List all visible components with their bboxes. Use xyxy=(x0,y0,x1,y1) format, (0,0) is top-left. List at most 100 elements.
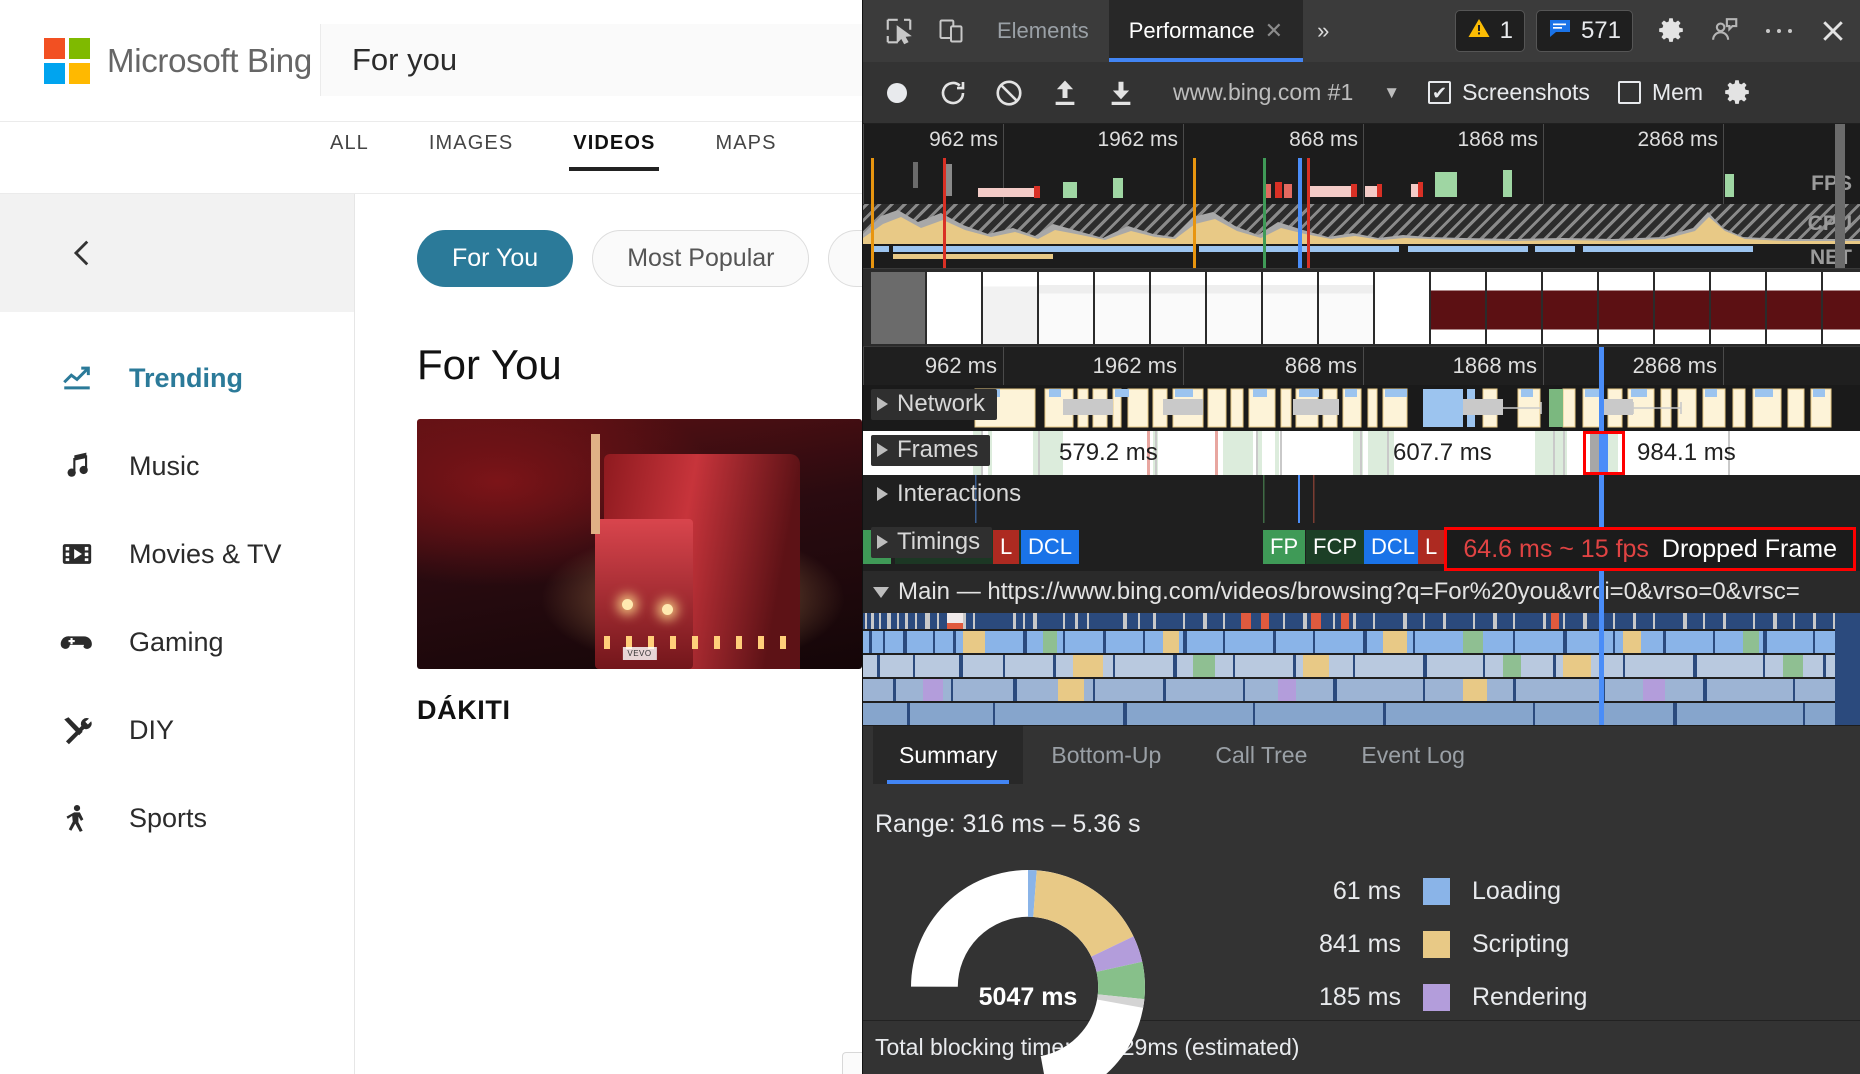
tab-videos[interactable]: VIDEOS xyxy=(543,122,685,171)
thumbnail-art xyxy=(621,599,633,610)
timing-marker-dcl-1[interactable]: DCL xyxy=(1021,530,1080,564)
flame-chart[interactable] xyxy=(863,613,1860,725)
reload-record-icon[interactable] xyxy=(927,67,979,119)
filmstrip-frame[interactable] xyxy=(1711,272,1765,344)
summary-donut-chart[interactable]: 5047 ms xyxy=(863,857,1193,1074)
timing-marker-fp[interactable]: FP xyxy=(1263,530,1306,564)
chip-for-you[interactable]: For You xyxy=(417,230,574,287)
sidebar-item-trending[interactable]: Trending xyxy=(0,334,354,422)
tab-call-tree[interactable]: Call Tree xyxy=(1189,726,1333,784)
close-icon[interactable] xyxy=(1806,4,1860,58)
devtools-panel: Elements Performance ✕ » 1 571 www.bing.… xyxy=(862,0,1860,1074)
legend-row[interactable]: 61 ms Loading xyxy=(1193,865,1860,918)
ellipsis-icon[interactable] xyxy=(1752,4,1806,58)
tab-elements[interactable]: Elements xyxy=(977,0,1109,62)
message-counter[interactable]: 571 xyxy=(1535,10,1633,52)
filmstrip-frame[interactable] xyxy=(1767,272,1821,344)
sidebar-item-movies-tv[interactable]: Movies & TV xyxy=(0,510,354,598)
tab-performance[interactable]: Performance ✕ xyxy=(1108,0,1304,62)
warning-counter[interactable]: 1 xyxy=(1454,10,1525,52)
track-interactions[interactable]: Interactions 64.6 ms ~ 15 fps Dropped Fr… xyxy=(863,475,1860,571)
sidebar-item-label: Trending xyxy=(129,362,243,393)
timeline-tick-label: 868 ms xyxy=(1284,353,1357,378)
timeline-tick-label: 2868 ms xyxy=(1632,353,1717,378)
overview-tick-label: 2868 ms xyxy=(1637,128,1718,151)
inspect-element-icon[interactable] xyxy=(873,5,925,57)
filmstrip-frame[interactable] xyxy=(1319,272,1373,344)
filmstrip-frame[interactable] xyxy=(1599,272,1653,344)
track-header-network[interactable]: Network xyxy=(871,389,998,420)
filmstrip-frame[interactable] xyxy=(1263,272,1317,344)
filmstrip-frame[interactable] xyxy=(1823,272,1860,344)
tab-maps[interactable]: MAPS xyxy=(685,122,806,171)
tab-bottom-up[interactable]: Bottom-Up xyxy=(1025,726,1187,784)
download-profile-icon[interactable] xyxy=(1095,67,1147,119)
track-network[interactable]: Network xyxy=(863,385,1860,431)
sidebar-item-label: Sports xyxy=(129,802,208,833)
sidebar-item-music[interactable]: Music xyxy=(0,422,354,510)
screenshots-checkbox[interactable]: ✔ Screenshots xyxy=(1428,79,1590,106)
timing-marker-dcl-2[interactable]: DCL xyxy=(1364,530,1423,564)
timeline[interactable]: 962 ms 1962 ms 868 ms 1868 ms 2868 ms Ne… xyxy=(863,347,1860,725)
timing-marker-fcp[interactable]: FCP xyxy=(1306,530,1364,564)
capture-toolbar: www.bing.com #1 ▼ ✔ Screenshots Mem xyxy=(863,62,1860,124)
frame-duration: 607.7 ms xyxy=(1393,439,1492,466)
track-header-interactions[interactable]: Interactions xyxy=(871,479,1033,510)
tab-all[interactable]: ALL xyxy=(300,122,399,171)
timing-marker-label: FP xyxy=(1270,534,1299,559)
filmstrip[interactable] xyxy=(863,269,1860,347)
overview-tick-label: 1962 ms xyxy=(1097,128,1178,151)
timing-marker-l-1[interactable]: L xyxy=(993,530,1020,564)
filmstrip-frame[interactable] xyxy=(1655,272,1709,344)
overview-cpu-lane: CPU xyxy=(863,204,1860,244)
tab-event-log[interactable]: Event Log xyxy=(1335,726,1491,784)
filmstrip-frame[interactable] xyxy=(927,272,981,344)
track-frames[interactable]: 579.2 ms 607.7 ms 984.1 ms Frames xyxy=(863,431,1860,475)
account-icon[interactable] xyxy=(1698,4,1752,58)
clear-prohibited-icon[interactable] xyxy=(983,67,1035,119)
filmstrip-frame[interactable] xyxy=(1039,272,1093,344)
bing-logo[interactable]: Microsoft Bing xyxy=(0,37,320,84)
gear-icon[interactable] xyxy=(1644,4,1698,58)
legend-row[interactable]: 185 ms Rendering xyxy=(1193,971,1860,1024)
chevron-double-right-icon[interactable]: » xyxy=(1303,18,1340,44)
sidebar-item-diy[interactable]: DIY xyxy=(0,686,354,774)
filmstrip-frame[interactable] xyxy=(1207,272,1261,344)
close-icon[interactable]: ✕ xyxy=(1265,18,1283,44)
filmstrip-frame[interactable] xyxy=(1095,272,1149,344)
track-header-main[interactable]: Main — https://www.bing.com/videos/brows… xyxy=(863,571,1860,613)
profile-selector[interactable]: www.bing.com #1 xyxy=(1173,79,1353,106)
track-header-frames[interactable]: Frames xyxy=(871,435,991,466)
filmstrip-frame[interactable] xyxy=(1487,272,1541,344)
filmstrip-frame[interactable] xyxy=(871,272,925,344)
sidebar-item-gaming[interactable]: Gaming xyxy=(0,598,354,686)
filmstrip-frame[interactable] xyxy=(1151,272,1205,344)
timeline-overview[interactable]: 962 ms 1962 ms 868 ms 1868 ms 2868 ms FP… xyxy=(863,124,1860,269)
filmstrip-frame[interactable] xyxy=(1543,272,1597,344)
filmstrip-frame[interactable] xyxy=(1375,272,1429,344)
timing-marker-l-2[interactable]: L xyxy=(1418,530,1445,564)
sidebar-item-sports[interactable]: Sports xyxy=(0,774,354,862)
overview-tick-label: 962 ms xyxy=(929,128,998,151)
tab-summary[interactable]: Summary xyxy=(873,726,1024,784)
track-header-timings[interactable]: Timings xyxy=(871,527,993,558)
dropped-frame-tooltip: 64.6 ms ~ 15 fps Dropped Frame xyxy=(1444,527,1856,571)
memory-checkbox[interactable]: Mem xyxy=(1617,79,1703,106)
microsoft-logo-icon xyxy=(44,37,90,84)
filmstrip-frame[interactable] xyxy=(983,272,1037,344)
overview-net-lane: NET xyxy=(863,244,1860,268)
sidebar-collapse-button[interactable] xyxy=(0,194,354,312)
chip-most-popular[interactable]: Most Popular xyxy=(592,230,810,287)
device-toolbar-icon[interactable] xyxy=(925,5,977,57)
gamepad-icon xyxy=(58,623,96,661)
chevron-down-icon[interactable]: ▼ xyxy=(1383,83,1400,103)
message-count: 571 xyxy=(1580,17,1621,44)
legend-row[interactable]: 841 ms Scripting xyxy=(1193,918,1860,971)
filmstrip-frame[interactable] xyxy=(1431,272,1485,344)
tab-images[interactable]: IMAGES xyxy=(399,122,543,171)
video-card[interactable]: VEVO DÁKITI xyxy=(417,419,862,726)
capture-settings-gear-icon[interactable] xyxy=(1711,67,1763,119)
video-thumbnail[interactable]: VEVO xyxy=(417,419,862,669)
record-circle-icon[interactable] xyxy=(871,67,923,119)
upload-profile-icon[interactable] xyxy=(1039,67,1091,119)
